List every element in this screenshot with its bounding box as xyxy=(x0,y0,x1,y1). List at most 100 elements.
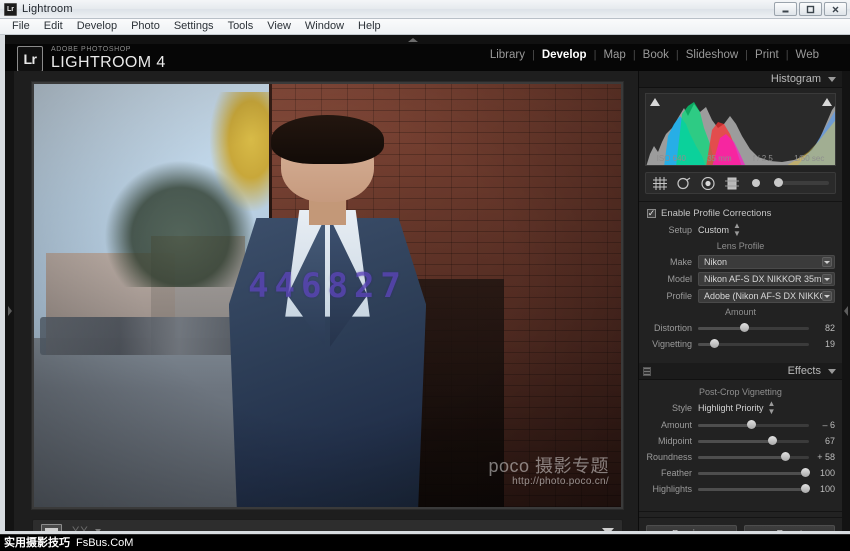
exif-readout: ISO 640 35 mm f / 2.5 1/50 sec xyxy=(646,154,835,163)
midpoint-slider[interactable] xyxy=(698,436,809,445)
left-panel-toggle[interactable] xyxy=(5,71,14,551)
top-panel-toggle[interactable] xyxy=(5,35,850,44)
distortion-slider[interactable] xyxy=(698,323,809,332)
feather-label: Feather xyxy=(660,468,692,478)
feather-row[interactable]: Feather 100 xyxy=(646,466,835,480)
highlights-row[interactable]: Highlights 100 xyxy=(646,482,835,496)
maximize-button[interactable] xyxy=(799,2,822,16)
watermark-url: http://photo.poco.cn/ xyxy=(512,476,609,487)
setup-row[interactable]: Setup Custom ▲ ▼ xyxy=(646,222,835,238)
module-map[interactable]: Map xyxy=(596,49,632,61)
photo-person xyxy=(210,114,445,507)
module-library[interactable]: Library xyxy=(483,49,532,61)
menu-item-settings[interactable]: Settings xyxy=(167,19,221,34)
midpoint-row[interactable]: Midpoint 67 xyxy=(646,434,835,448)
close-button[interactable] xyxy=(824,2,847,16)
profile-combobox[interactable]: Adobe (Nikon AF-S DX NIKKO... xyxy=(698,289,835,303)
distortion-label: Distortion xyxy=(653,323,692,333)
distortion-slider-row[interactable]: Distortion 82 xyxy=(646,321,835,335)
identity-plate[interactable]: Lr ADOBE PHOTOSHOP LIGHTROOM 4 xyxy=(17,45,166,72)
midpoint-label: Midpoint xyxy=(657,436,692,446)
menu-item-file[interactable]: File xyxy=(5,19,37,34)
model-value: Nikon AF-S DX NIKKOR 35mm... xyxy=(704,274,822,284)
module-develop[interactable]: Develop xyxy=(535,49,594,61)
enable-profile-corrections-checkbox[interactable] xyxy=(647,209,656,218)
photo-image[interactable]: 446827 poco 摄影专题 http://photo.poco.cn/ xyxy=(34,84,621,507)
chevron-down-icon[interactable] xyxy=(828,368,836,374)
roundness-slider[interactable] xyxy=(698,452,809,461)
midpoint-value: 67 xyxy=(824,436,835,446)
style-dropdown[interactable]: Highlight Priority ▲ ▼ xyxy=(698,400,775,416)
right-panel-scroll: Histogram ISO 640 35 mm f / 2.5 1/50 sec… xyxy=(639,71,842,517)
spot-removal-icon[interactable] xyxy=(676,176,691,190)
feather-slider[interactable] xyxy=(698,468,811,477)
red-eye-icon[interactable] xyxy=(700,176,715,190)
distortion-value: 82 xyxy=(824,323,835,333)
brush-size-knob[interactable] xyxy=(774,178,783,187)
menubar: File Edit Develop Photo Settings Tools V… xyxy=(0,19,850,35)
menu-item-help[interactable]: Help xyxy=(351,19,388,34)
histogram-title: Histogram xyxy=(770,73,821,85)
menu-item-edit[interactable]: Edit xyxy=(37,19,70,34)
lens-corrections-panel: Enable Profile Corrections Setup Custom … xyxy=(639,201,842,359)
effects-amount-slider[interactable] xyxy=(698,420,809,429)
updown-icon: ▲ ▼ xyxy=(767,399,776,416)
highlight-clipping-icon[interactable] xyxy=(821,97,832,107)
profile-row[interactable]: Profile Adobe (Nikon AF-S DX NIKKO... xyxy=(646,289,835,303)
enable-profile-corrections-label: Enable Profile Corrections xyxy=(661,208,772,219)
roundness-row[interactable]: Roundness + 58 xyxy=(646,450,835,464)
window-title: Lightroom xyxy=(22,3,73,15)
roundness-value: + 58 xyxy=(817,452,835,462)
identity-line1: ADOBE PHOTOSHOP xyxy=(51,46,132,53)
brush-size-slider[interactable] xyxy=(774,178,829,187)
effects-panel: Post-Crop Vignetting Style Highlight Pri… xyxy=(639,380,842,504)
setup-dropdown[interactable]: Custom ▲ ▼ xyxy=(698,222,741,238)
statusbar-text-cn: 实用摄影技巧 xyxy=(0,535,74,551)
make-combobox[interactable]: Nikon xyxy=(698,255,835,269)
histogram-graph[interactable]: ISO 640 35 mm f / 2.5 1/50 sec xyxy=(645,93,836,166)
module-picker: Library | Develop | Map | Book | Slidesh… xyxy=(483,49,826,61)
style-row[interactable]: Style Highlight Priority ▲ ▼ xyxy=(646,400,835,416)
crop-overlay-icon[interactable] xyxy=(652,176,667,190)
lens-amount-title: Amount xyxy=(724,307,757,317)
module-web[interactable]: Web xyxy=(789,49,826,61)
right-panel-toggle[interactable] xyxy=(842,71,850,551)
menu-item-view[interactable]: View xyxy=(260,19,298,34)
adjustment-brush-icon[interactable] xyxy=(748,176,763,190)
lightroom-window: Lr ADOBE PHOTOSHOP LIGHTROOM 4 Library |… xyxy=(0,35,850,551)
image-stage: 446827 poco 摄影专题 http://photo.poco.cn/ Y… xyxy=(14,71,638,551)
model-row[interactable]: Model Nikon AF-S DX NIKKOR 35mm... xyxy=(646,272,835,286)
watermark-poco: poco 摄影专题 http://photo.poco.cn/ xyxy=(488,456,609,487)
menu-item-photo[interactable]: Photo xyxy=(124,19,167,34)
lens-vignetting-slider-row[interactable]: Vignetting 19 xyxy=(646,337,835,351)
effects-amount-row[interactable]: Amount – 6 xyxy=(646,418,835,432)
make-row[interactable]: Make Nikon xyxy=(646,255,835,269)
tool-strip xyxy=(645,172,836,194)
profile-value: Adobe (Nikon AF-S DX NIKKO... xyxy=(704,291,822,301)
window-controls xyxy=(774,2,847,16)
lens-vignetting-slider[interactable] xyxy=(698,339,809,348)
statusbar: 实用摄影技巧 FsBus.CoM xyxy=(0,534,850,551)
triangle-right-icon xyxy=(844,306,848,316)
menu-item-develop[interactable]: Develop xyxy=(70,19,124,34)
module-print[interactable]: Print xyxy=(748,49,786,61)
module-book[interactable]: Book xyxy=(636,49,676,61)
make-value: Nikon xyxy=(704,257,728,267)
menu-item-tools[interactable]: Tools xyxy=(221,19,261,34)
highlights-slider[interactable] xyxy=(698,484,811,493)
make-label: Make xyxy=(669,257,692,267)
highlights-value: 100 xyxy=(819,484,835,494)
feather-value: 100 xyxy=(819,468,835,478)
graduated-filter-icon[interactable] xyxy=(724,176,739,190)
photo-person-hair xyxy=(271,114,384,165)
minimize-button[interactable] xyxy=(774,2,797,16)
right-panel: Histogram ISO 640 35 mm f / 2.5 1/50 sec… xyxy=(638,71,847,551)
module-slideshow[interactable]: Slideshow xyxy=(679,49,745,61)
shadow-clipping-icon[interactable] xyxy=(649,97,660,107)
menu-item-window[interactable]: Window xyxy=(298,19,351,34)
histogram-header[interactable]: Histogram xyxy=(639,71,842,88)
chevron-down-icon[interactable] xyxy=(828,76,836,82)
effects-switch-icon[interactable] xyxy=(643,367,651,376)
effects-header[interactable]: Effects xyxy=(639,363,842,380)
model-combobox[interactable]: Nikon AF-S DX NIKKOR 35mm... xyxy=(698,272,835,286)
